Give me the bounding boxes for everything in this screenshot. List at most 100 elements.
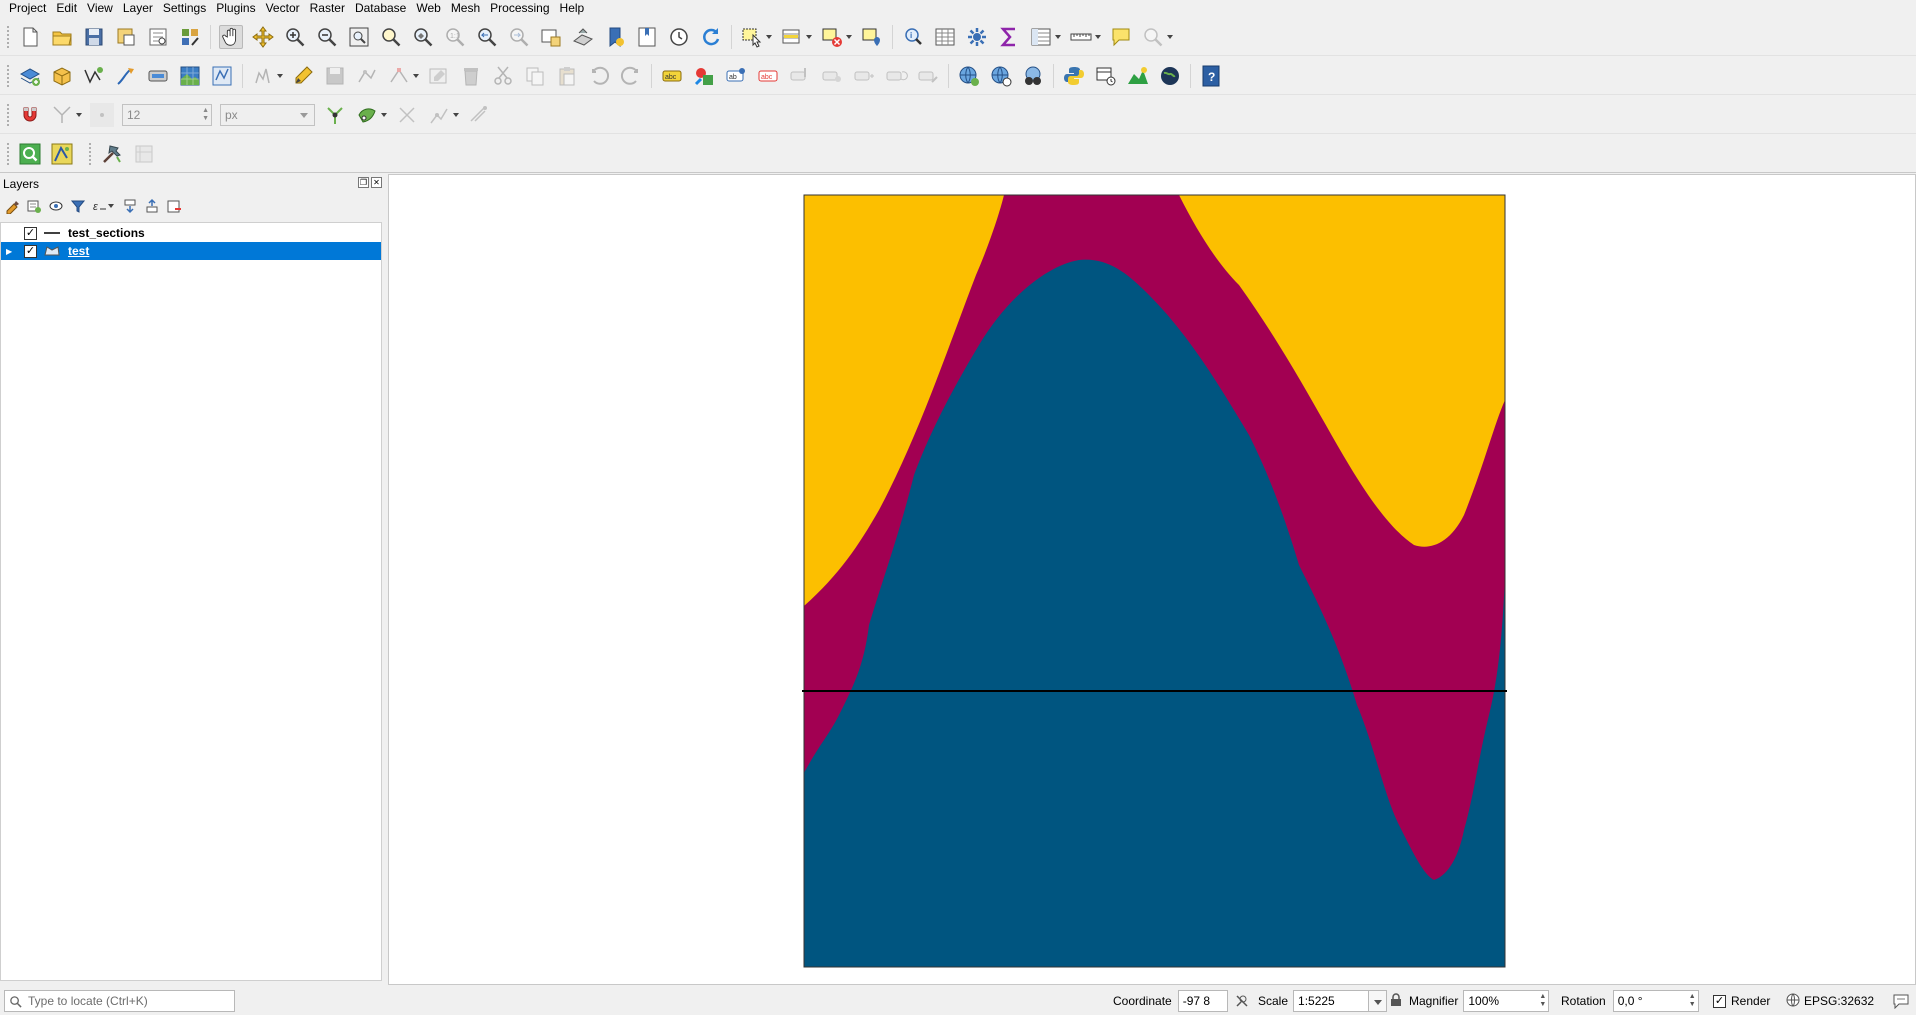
messages-icon[interactable] — [1892, 993, 1910, 1012]
globe-plugin-icon[interactable] — [1158, 64, 1182, 88]
close-panel-icon[interactable]: ✕ — [371, 177, 382, 188]
copy-features-icon[interactable] — [523, 64, 547, 88]
open-attribute-table-icon[interactable] — [933, 25, 957, 49]
crs-field[interactable]: EPSG:32632 — [1786, 990, 1874, 1012]
print-layout-icon[interactable] — [146, 25, 170, 49]
expand-all-icon[interactable] — [122, 198, 138, 214]
menu-raster[interactable]: Raster — [305, 0, 350, 17]
select-by-attribute-icon[interactable] — [780, 25, 804, 49]
tracing-icon[interactable] — [427, 103, 451, 127]
zoom-in-icon[interactable] — [283, 25, 307, 49]
quickosm-icon[interactable] — [18, 142, 42, 166]
new-3d-map-view-icon[interactable] — [571, 25, 595, 49]
menu-layer[interactable]: Layer — [118, 0, 158, 17]
select-by-attribute-dropdown[interactable] — [806, 25, 814, 49]
layer-row-test[interactable]: ▶ ✓ test — [1, 242, 381, 260]
profile-tool-icon[interactable] — [1126, 64, 1150, 88]
manage-map-themes-icon[interactable] — [48, 198, 64, 214]
pan-to-selection-icon[interactable] — [251, 25, 275, 49]
zoom-to-selection-icon[interactable] — [379, 25, 403, 49]
snapping-type-icon[interactable] — [90, 102, 114, 127]
toolbar-grip[interactable] — [6, 102, 10, 127]
add-vector-layer-icon[interactable] — [210, 64, 234, 88]
render-checkbox[interactable]: ✓ — [1713, 994, 1726, 1008]
show-bookmarks-icon[interactable] — [635, 25, 659, 49]
snapping-unit-select[interactable]: px — [220, 103, 315, 126]
toolbar-grip[interactable] — [6, 63, 10, 88]
toolbar-grip[interactable] — [6, 24, 10, 49]
snapping-intersection-dropdown[interactable] — [381, 103, 389, 127]
deselect-dropdown[interactable] — [846, 25, 854, 49]
menu-settings[interactable]: Settings — [158, 0, 211, 17]
add-wfs-layer-icon[interactable] — [989, 64, 1013, 88]
highlight-pinned-labels-icon[interactable]: ab — [724, 64, 748, 88]
refresh-icon[interactable] — [699, 25, 723, 49]
add-raster-layer-icon[interactable] — [178, 64, 202, 88]
self-snapping-icon[interactable] — [395, 103, 419, 127]
layer-labeling-options-icon[interactable]: abc — [660, 64, 684, 88]
select-features-dropdown[interactable] — [766, 25, 774, 49]
map-canvas[interactable] — [388, 174, 1916, 985]
remove-layer-icon[interactable] — [166, 198, 182, 214]
zoom-out-icon[interactable] — [315, 25, 339, 49]
layer-diagram-options-icon[interactable] — [692, 64, 716, 88]
enable-snapping-icon[interactable] — [18, 103, 42, 127]
snapping-mode-dropdown[interactable] — [76, 103, 84, 127]
toolbar-grip[interactable] — [88, 141, 92, 166]
vertex-tool-dropdown[interactable] — [413, 64, 421, 88]
map-tips-icon[interactable] — [1109, 25, 1133, 49]
pin-labels-icon[interactable] — [788, 64, 812, 88]
model-designer-icon[interactable] — [1094, 64, 1118, 88]
snap-scale-icon[interactable] — [467, 103, 491, 127]
save-as-icon[interactable] — [114, 25, 138, 49]
layer-row-test-sections[interactable]: ✓ test_sections — [1, 224, 381, 242]
filter-by-expression-icon[interactable]: ε — [92, 198, 108, 214]
layer-visibility-checkbox[interactable]: ✓ — [24, 244, 37, 258]
filter-expression-dropdown[interactable] — [108, 198, 116, 214]
toggle-display-labels-icon[interactable]: abc — [756, 64, 780, 88]
snapping-mode-icon[interactable] — [50, 103, 74, 127]
zoom-to-layer-icon[interactable] — [411, 25, 435, 49]
expand-arrow-icon[interactable]: ▶ — [6, 247, 16, 256]
measure-dropdown[interactable] — [1095, 25, 1103, 49]
style-manager-icon[interactable] — [178, 25, 202, 49]
save-layer-edits-icon[interactable] — [323, 64, 347, 88]
float-panel-icon[interactable]: ❐ — [358, 177, 369, 188]
digitize-with-segment-icon[interactable] — [355, 64, 379, 88]
layer-visibility-checkbox[interactable]: ✓ — [24, 226, 37, 240]
new-shapefile-layer-icon[interactable] — [82, 64, 106, 88]
toolbar-grip[interactable] — [6, 141, 10, 166]
add-group-icon[interactable] — [26, 198, 42, 214]
toggle-editing-icon[interactable] — [291, 64, 315, 88]
measure-line-icon[interactable] — [1069, 25, 1093, 49]
menu-view[interactable]: View — [82, 0, 118, 17]
scale-dropdown[interactable] — [1369, 990, 1388, 1012]
attribute-table-dropdown[interactable] — [1055, 25, 1063, 49]
paste-features-icon[interactable] — [555, 64, 579, 88]
collapse-all-icon[interactable] — [144, 198, 160, 214]
filter-legend-icon[interactable] — [70, 198, 86, 214]
new-temporary-layer-icon[interactable] — [146, 64, 170, 88]
data-source-manager-icon[interactable] — [18, 64, 42, 88]
open-layer-styling-icon[interactable] — [4, 198, 20, 214]
menu-project[interactable]: Project — [4, 0, 51, 17]
menu-mesh[interactable]: Mesh — [446, 0, 485, 17]
new-spatialite-layer-icon[interactable] — [114, 64, 138, 88]
modify-attributes-icon[interactable] — [427, 64, 451, 88]
snapping-tolerance-input[interactable]: 12 ▲ ▼ — [122, 103, 212, 126]
locator-search-icon[interactable] — [1141, 25, 1165, 49]
menu-edit[interactable]: Edit — [51, 0, 82, 17]
metasearch-icon[interactable] — [1021, 64, 1045, 88]
rotation-input[interactable]: 0,0 ° ▲ ▼ — [1612, 990, 1699, 1012]
vertex-tool-icon[interactable] — [387, 64, 411, 88]
new-map-view-icon[interactable] — [539, 25, 563, 49]
coordinate-input[interactable]: -97 8 — [1177, 990, 1228, 1012]
toggle-extents-mouse-icon[interactable] — [1234, 993, 1250, 1009]
statistical-summary-icon[interactable] — [997, 25, 1021, 49]
delete-selected-icon[interactable] — [459, 64, 483, 88]
temporal-controller-icon[interactable] — [667, 25, 691, 49]
scale-input[interactable]: 1:5225 — [1293, 990, 1370, 1012]
identify-features-icon[interactable]: i — [901, 25, 925, 49]
tracing-dropdown[interactable] — [453, 103, 461, 127]
geology-plugin-icon[interactable] — [100, 142, 124, 166]
